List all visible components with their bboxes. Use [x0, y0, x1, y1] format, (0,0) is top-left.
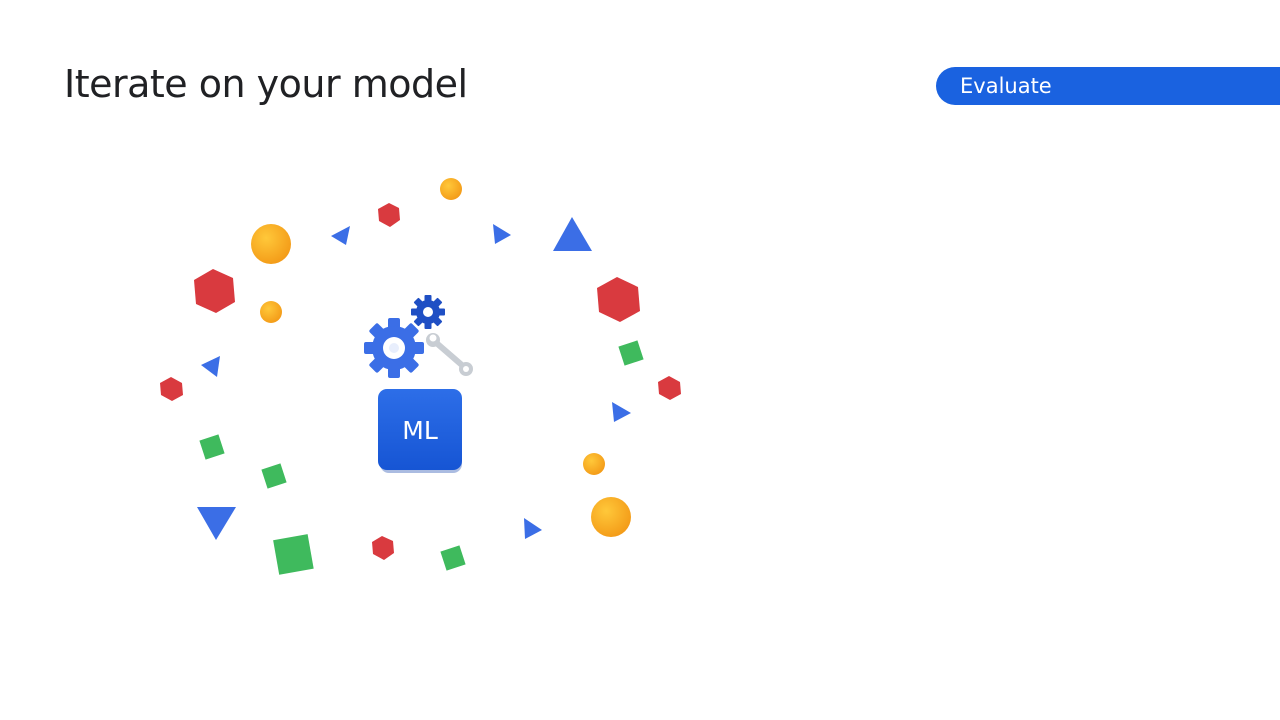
ml-badge-label: ML	[402, 416, 438, 445]
orange-dot	[440, 178, 462, 200]
ml-iteration-illustration: ML	[160, 178, 681, 575]
blue-triangle	[493, 224, 511, 244]
red-hexagon	[378, 203, 400, 227]
slide: Iterate on your model Evaluate ML	[0, 0, 1280, 720]
red-hexagon	[658, 376, 681, 400]
green-square	[273, 534, 314, 575]
gear-icon	[411, 295, 445, 329]
blue-triangle	[524, 518, 542, 539]
blue-triangle	[553, 217, 592, 251]
green-square	[618, 340, 644, 366]
green-square	[440, 545, 466, 571]
orange-dot	[260, 301, 282, 323]
wrench-icon	[426, 333, 473, 376]
blue-triangle	[201, 356, 220, 377]
red-hexagon	[597, 277, 640, 322]
green-square	[199, 434, 225, 460]
orange-dot	[251, 224, 291, 264]
gear-icon	[364, 318, 424, 378]
blue-triangle	[612, 402, 631, 422]
blue-triangle	[197, 507, 236, 540]
orange-dot	[591, 497, 631, 537]
orange-dot	[583, 453, 605, 475]
ml-badge: ML	[378, 389, 462, 473]
red-hexagon	[194, 269, 235, 313]
blue-triangle	[331, 226, 350, 245]
green-square	[261, 463, 287, 489]
red-hexagon	[160, 377, 183, 401]
red-hexagon	[372, 536, 394, 560]
